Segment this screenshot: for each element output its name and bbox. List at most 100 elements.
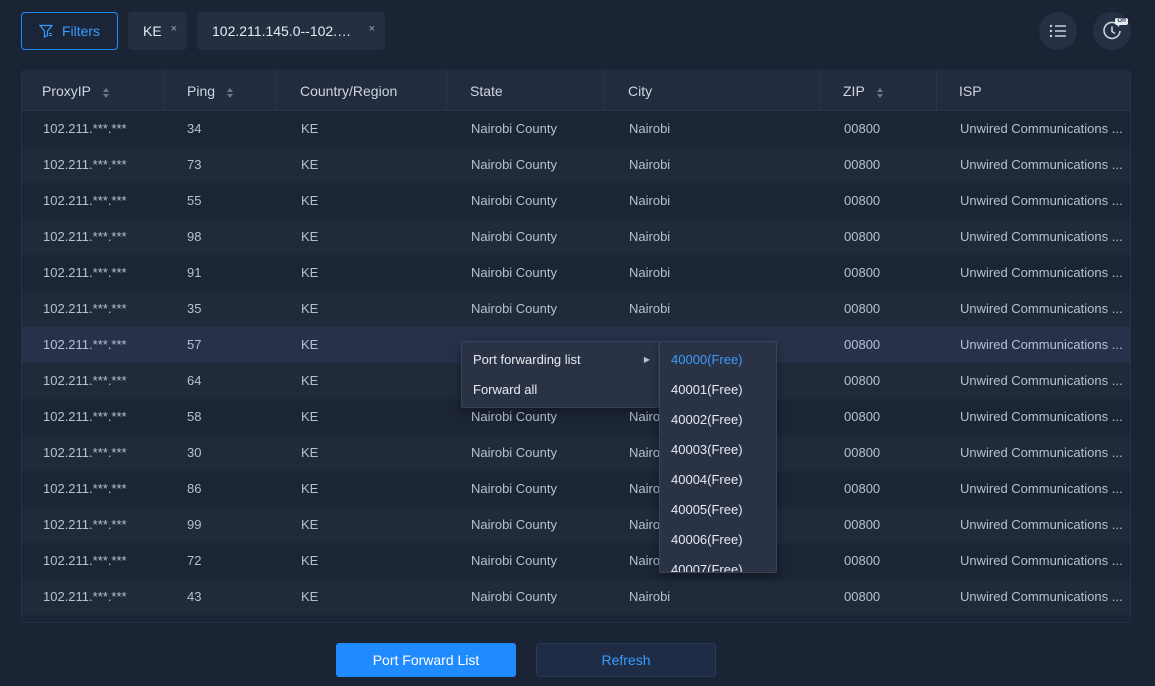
- cell-proxyip: 102.211.***.***: [43, 553, 127, 568]
- cell-ping: 86: [187, 481, 202, 496]
- cell-country: KE: [301, 121, 319, 136]
- sort-icon[interactable]: [103, 88, 110, 98]
- column-header-zip[interactable]: ZIP: [843, 71, 883, 111]
- toolbar: Filters KE × 102.211.145.0--102.211.145.…: [0, 0, 1155, 62]
- cell-ping: 98: [187, 229, 202, 244]
- column-title: State: [470, 83, 503, 99]
- menu-item-port-forwarding-list[interactable]: Port forwarding list ▶: [462, 345, 658, 375]
- table-row[interactable]: 102.211.***.*** 86 KE Nairobi County Nairo 00…: [22, 471, 1130, 507]
- chip-label: KE: [143, 23, 162, 39]
- cell-zip: 00800: [844, 229, 881, 244]
- cell-proxyip: 102.211.***.***: [43, 409, 127, 424]
- column-header-city[interactable]: City: [628, 71, 652, 111]
- table-row[interactable]: 102.211.***.*** 34 KE Nairobi County Nairobi…: [22, 111, 1130, 147]
- table-row[interactable]: 102.211.***.*** 73 KE Nairobi County Nairobi…: [22, 147, 1130, 183]
- port-item[interactable]: 40005(Free): [660, 495, 776, 525]
- cell-ping: 58: [187, 409, 202, 424]
- close-icon[interactable]: ×: [171, 23, 177, 35]
- cell-isp: Unwired Communications ...: [960, 589, 1123, 604]
- cell-zip: 00800: [844, 481, 881, 496]
- column-title: City: [628, 83, 653, 99]
- cell-proxyip: 102.211.***.***: [43, 301, 127, 316]
- cell-state: Nairobi County: [471, 193, 557, 208]
- cell-ping: 55: [187, 193, 202, 208]
- filter-icon: [38, 24, 53, 38]
- port-item[interactable]: 40000(Free): [660, 345, 776, 375]
- cell-city: Nairobi: [629, 193, 671, 208]
- cell-ping: 73: [187, 157, 202, 172]
- menu-item-label: Forward all: [473, 382, 538, 397]
- cell-ping: 72: [187, 553, 202, 568]
- cell-country: KE: [301, 553, 319, 568]
- table-row[interactable]: 102.211.***.*** 30 KE Nairobi County Nairo 00…: [22, 435, 1130, 471]
- table-row[interactable]: 102.211.***.*** 99 KE Nairobi County Nairo 00…: [22, 507, 1130, 543]
- close-icon[interactable]: ×: [369, 23, 375, 35]
- sort-icon[interactable]: [227, 88, 234, 98]
- list-view-button[interactable]: [1039, 12, 1077, 50]
- column-divider[interactable]: [446, 71, 447, 111]
- port-forward-list-button[interactable]: Port Forward List: [336, 643, 516, 677]
- cell-zip: 00800: [844, 409, 881, 424]
- column-header-ping[interactable]: Ping: [187, 71, 234, 111]
- table-row[interactable]: 102.211.***.*** 35 KE Nairobi County Nairobi…: [22, 291, 1130, 327]
- column-title: ZIP: [843, 83, 865, 99]
- cell-state: Nairobi County: [471, 265, 557, 280]
- cell-isp: Unwired Communications ...: [960, 517, 1123, 532]
- list-icon: [1049, 24, 1066, 38]
- cell-state: Nairobi County: [471, 589, 557, 604]
- column-divider[interactable]: [819, 71, 820, 111]
- port-item[interactable]: 40007(Free): [660, 555, 776, 572]
- auto-refresh-toggle[interactable]: Off: [1093, 12, 1131, 50]
- cell-country: KE: [301, 229, 319, 244]
- port-item[interactable]: 40003(Free): [660, 435, 776, 465]
- filters-button[interactable]: Filters: [21, 12, 118, 50]
- cell-proxyip: 102.211.***.***: [43, 337, 127, 352]
- table-row[interactable]: 102.211.***.*** 98 KE Nairobi County Nairobi…: [22, 219, 1130, 255]
- column-divider[interactable]: [276, 71, 277, 111]
- table-row[interactable]: 102.211.***.*** 55 KE Nairobi County Nairobi…: [22, 183, 1130, 219]
- cell-ping: 91: [187, 265, 202, 280]
- cell-state: Nairobi County: [471, 481, 557, 496]
- table-row[interactable]: 102.211.***.*** 72 KE Nairobi County Nairo 00…: [22, 543, 1130, 579]
- filter-chip-ip-range[interactable]: 102.211.145.0--102.211.145.255 ×: [197, 12, 385, 50]
- column-divider[interactable]: [936, 71, 937, 111]
- table-row[interactable]: 102.211.***.*** 91 KE Nairobi County Nairobi…: [22, 255, 1130, 291]
- cell-proxyip: 102.211.***.***: [43, 229, 127, 244]
- cell-country: KE: [301, 157, 319, 172]
- cell-state: Nairobi County: [471, 445, 557, 460]
- cell-city: Nairobi: [629, 589, 671, 604]
- cell-zip: 00800: [844, 301, 881, 316]
- cell-zip: 00800: [844, 517, 881, 532]
- filter-chip-country[interactable]: KE ×: [128, 12, 187, 50]
- cell-state: Nairobi County: [471, 517, 557, 532]
- cell-ping: 30: [187, 445, 202, 460]
- cell-zip: 00800: [844, 445, 881, 460]
- menu-item-label: Port forwarding list: [473, 352, 581, 367]
- cell-zip: 00800: [844, 265, 881, 280]
- menu-item-forward-all[interactable]: Forward all: [462, 375, 658, 405]
- cell-isp: Unwired Communications ...: [960, 229, 1123, 244]
- port-item[interactable]: 40006(Free): [660, 525, 776, 555]
- table-row[interactable]: 102.211.***.*** 43 KE Nairobi County Nairobi…: [22, 579, 1130, 615]
- refresh-button[interactable]: Refresh: [536, 643, 716, 677]
- cell-state: Nairobi County: [471, 553, 557, 568]
- column-title: ISP: [959, 83, 982, 99]
- column-header-proxyip[interactable]: ProxyIP: [42, 71, 110, 111]
- cell-isp: Unwired Communications ...: [960, 445, 1123, 460]
- port-item[interactable]: 40001(Free): [660, 375, 776, 405]
- filters-label: Filters: [61, 23, 101, 39]
- cell-ping: 43: [187, 589, 202, 604]
- column-title: Country/Region: [300, 83, 398, 99]
- column-divider[interactable]: [163, 71, 164, 111]
- off-badge: Off: [1115, 18, 1128, 25]
- cell-isp: Unwired Communications ...: [960, 337, 1123, 352]
- column-header-country[interactable]: Country/Region: [300, 71, 397, 111]
- column-header-state[interactable]: State: [470, 71, 503, 111]
- cell-zip: 00800: [844, 337, 881, 352]
- port-item[interactable]: 40004(Free): [660, 465, 776, 495]
- column-divider[interactable]: [604, 71, 605, 111]
- column-header-isp[interactable]: ISP: [959, 71, 982, 111]
- port-item[interactable]: 40002(Free): [660, 405, 776, 435]
- sort-icon[interactable]: [876, 88, 883, 98]
- cell-city: Nairobi: [629, 265, 671, 280]
